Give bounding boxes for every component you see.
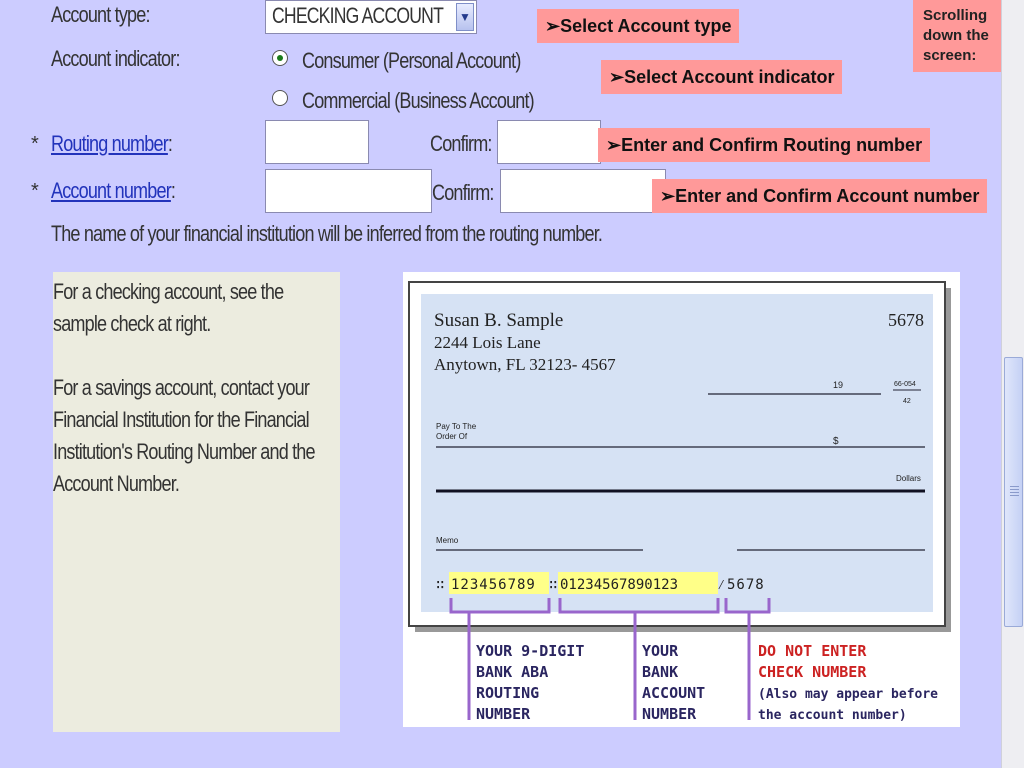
micr-account: 01234567890123 [560,577,678,593]
caption-account-3: ACCOUNT [642,684,705,702]
info-checking: For a checking account, see the sample c… [53,279,284,336]
grip-line [1010,492,1019,493]
routing-number-input[interactable] [265,120,369,164]
micr-symbol: ∷ [549,577,557,593]
check-number: 5678 [888,310,924,330]
micr-symbol: ∷ [436,577,444,593]
routing-number-link[interactable]: Routing number [51,131,169,156]
caption-check-4: the account number) [758,708,907,723]
caption-routing-2: BANK ABA [476,663,548,681]
info-savings: For a savings account, contact your Fina… [53,375,316,496]
fraction-top: 66-054 [894,381,916,388]
check-holder-name: Susan B. Sample [434,310,563,331]
radio-consumer[interactable] [272,50,288,66]
grip-line [1010,489,1019,490]
check-number-captions: DO NOT ENTER CHECK NUMBER [758,642,867,681]
callout-routing: ➢Enter and Confirm Routing number [598,128,931,162]
check-address-line2: Anytown, FL 32123- 4567 [434,355,616,374]
pay-to-line1: Pay To The [436,422,477,431]
scrollbar-thumb[interactable] [1004,357,1023,627]
callout-account: ➢Enter and Confirm Account number [652,179,988,213]
sample-check-svg: Susan B. Sample 2244 Lois Lane Anytown, … [408,281,951,723]
dollars-label: Dollars [896,474,921,483]
info-box: For a checking account, see the sample c… [53,272,340,732]
micr-symbol: ⁄ [717,577,725,593]
fraction-bottom: 42 [903,398,911,405]
routing-label-wrap: Routing number: [51,131,173,157]
micr-routing: 123456789 [451,577,536,593]
required-marker: * [31,133,39,155]
account-label-wrap: Account number: [51,178,176,204]
callout-select-indicator: ➢Select Account indicator [601,60,843,94]
account-confirm-label: Confirm: [432,180,494,205]
account-type-value: CHECKING ACCOUNT [272,3,444,28]
caption-routing-1: YOUR 9-DIGIT [476,642,584,660]
caption-check-2: CHECK NUMBER [758,663,867,681]
account-number-link[interactable]: Account number [51,178,172,203]
caption-check-3: (Also may appear before [758,687,938,702]
account-confirm-input[interactable] [500,169,666,213]
grip-line [1010,495,1019,496]
radio-commercial[interactable] [272,90,288,106]
account-type-label: Account type: [51,2,150,27]
required-marker: * [31,180,39,202]
pay-to-line2: Order Of [436,432,468,441]
caption-account-4: NUMBER [642,705,697,723]
routing-colon: : [167,131,173,156]
radio-consumer-label: Consumer (Personal Account) [302,48,521,73]
grip-line [1010,486,1019,487]
micr-check: 5678 [727,577,765,593]
routing-confirm-label: Confirm: [430,131,492,156]
date-marker: 19 [833,380,843,390]
caption-account-1: YOUR [642,642,679,660]
account-colon: : [170,178,176,203]
chevron-down-icon[interactable]: ▼ [456,3,474,31]
routing-confirm-input[interactable] [497,120,601,164]
caption-routing-3: ROUTING [476,684,539,702]
sample-check-image: Susan B. Sample 2244 Lois Lane Anytown, … [403,272,960,727]
account-type-select[interactable]: CHECKING ACCOUNT ▼ [265,0,477,34]
account-indicator-label: Account indicator: [51,46,180,71]
caption-account-2: BANK [642,663,678,681]
check-address-line1: 2244 Lois Lane [434,333,541,352]
vertical-scrollbar[interactable] [1001,0,1024,768]
caption-routing-4: NUMBER [476,705,531,723]
account-number-input[interactable] [265,169,432,213]
caption-check-1: DO NOT ENTER [758,642,867,660]
dollar-sign: $ [833,436,839,447]
radio-commercial-label: Commercial (Business Account) [302,88,535,113]
memo-label: Memo [436,536,459,545]
callout-select-type: ➢Select Account type [537,9,740,43]
institution-note: The name of your financial institution w… [51,221,603,246]
